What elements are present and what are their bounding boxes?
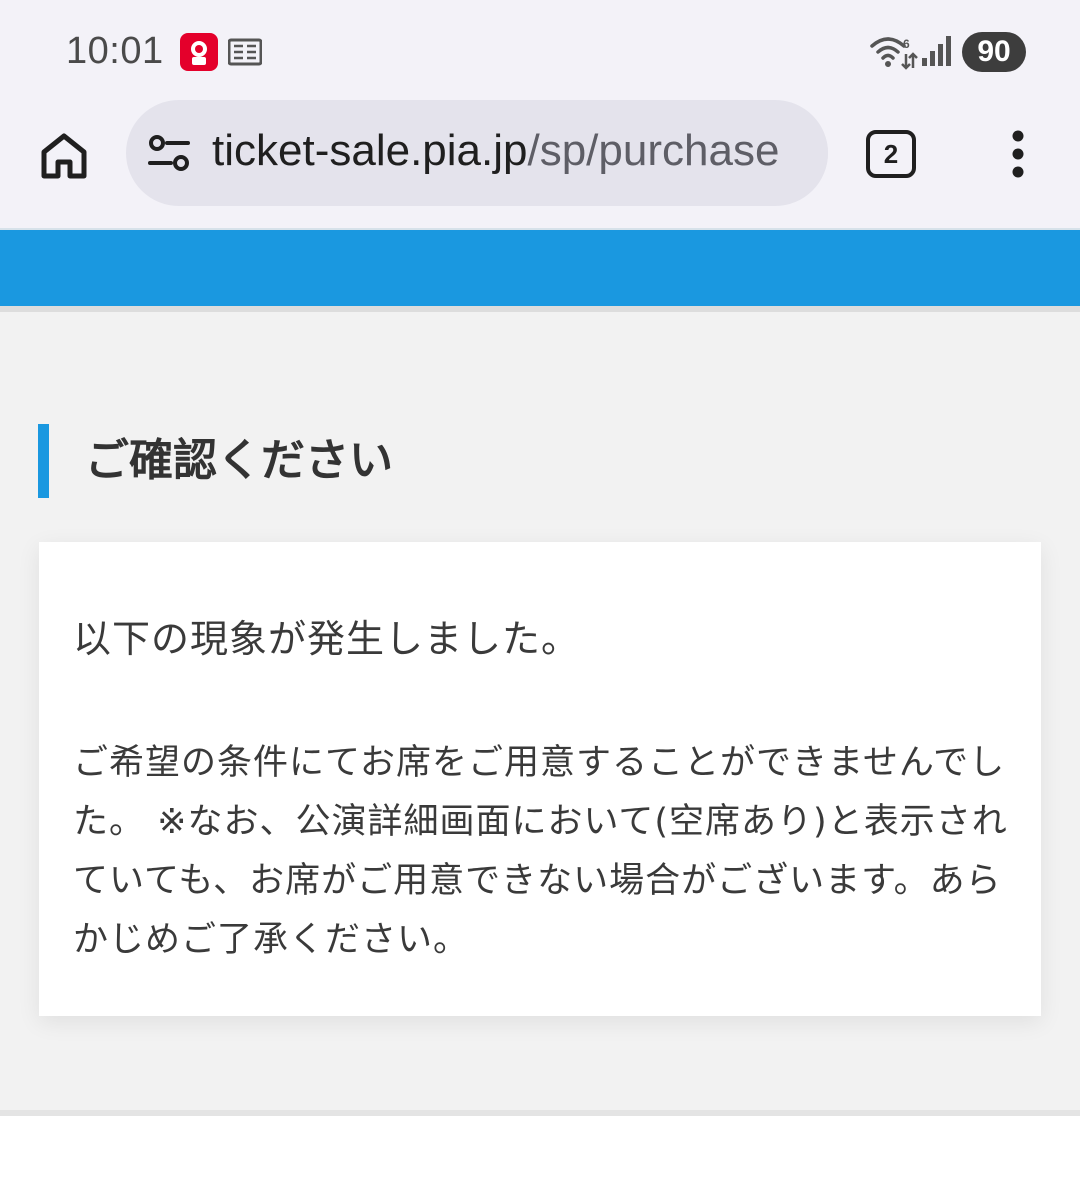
address-bar[interactable]: ticket-sale.pia.jp/sp/purchase [126, 100, 828, 206]
site-header-bar [0, 228, 1080, 306]
signal-icon [920, 34, 954, 68]
home-icon [41, 133, 87, 179]
more-options-icon [1012, 130, 1024, 178]
url-text[interactable]: ticket-sale.pia.jp/sp/purchase [212, 126, 812, 176]
wifi-icon: 6 [870, 34, 918, 70]
message-card: 以下の現象が発生しました。 ご希望の条件にてお席をご用意することができませんでし… [39, 542, 1041, 1016]
news-icon [227, 38, 263, 66]
home-button[interactable] [38, 130, 90, 182]
tab-switcher-button[interactable]: 2 [866, 130, 916, 178]
page-heading: ご確認ください [38, 424, 393, 498]
page-content: ご確認ください 以下の現象が発生しました。 ご希望の条件にてお席をご用意すること… [0, 306, 1080, 1116]
url-host: ticket-sale.pia.jp [212, 126, 528, 175]
status-time: 10:01 [66, 30, 164, 72]
svg-text:6: 6 [903, 37, 910, 51]
status-bar: 10:01 6 90 [0, 0, 1080, 100]
kfc-app-icon [180, 33, 218, 71]
message-detail: ご希望の条件にてお席をご用意することができませんでした。 ※なお、公演詳細画面に… [73, 743, 1008, 960]
page-footer [0, 1122, 1080, 1183]
battery-indicator: 90 [962, 32, 1026, 72]
url-path: /sp/purchase [527, 126, 780, 175]
url-fade [788, 100, 828, 206]
site-info-icon[interactable] [148, 134, 190, 172]
message-lead: 以下の現象が発生しました。 [73, 617, 581, 661]
browser-toolbar: ticket-sale.pia.jp/sp/purchase 2 [0, 100, 1080, 228]
more-options-button[interactable] [1000, 128, 1036, 180]
